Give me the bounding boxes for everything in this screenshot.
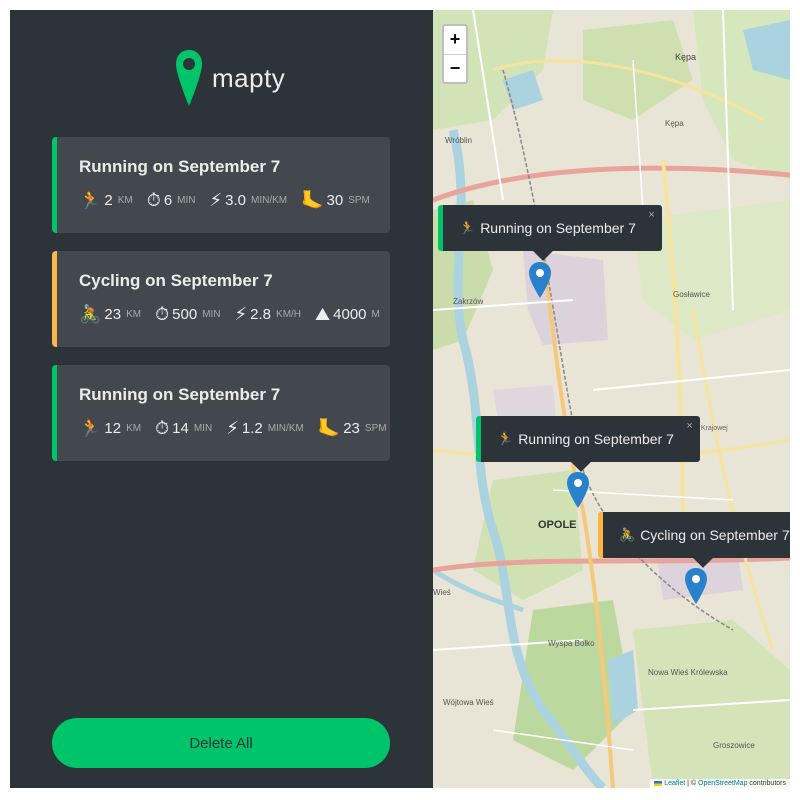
map-label: Wieś	[433, 588, 451, 597]
map-popup-cycling[interactable]: 🚴 Cycling on September 7 ×	[598, 512, 790, 568]
pace-detail: ⚡ 3.0 MIN/KM	[210, 191, 288, 209]
runner-icon: 🏃	[497, 431, 514, 446]
distance-unit: KM	[117, 194, 133, 206]
runner-icon: 🏃	[459, 220, 476, 235]
pace-unit: MIN/KM	[267, 422, 304, 434]
app-container: mapty Running on September 7 🏃 2 KM ⏱ 6 …	[10, 10, 790, 788]
map-label: OPOLE	[538, 519, 577, 531]
map[interactable]: Kępa Kępa Wróblin Zakrzów Gosławice Armi…	[433, 10, 790, 788]
workout-details: 🏃 12 KM ⏱ 14 MIN ⚡ 1.2 MIN/KM 🦶 23 SPM	[79, 419, 390, 437]
map-label: Wróblin	[445, 136, 472, 145]
map-marker-icon[interactable]	[567, 472, 589, 508]
duration-detail: ⏱ 14 MIN	[155, 419, 212, 437]
cyclist-icon: 🚴	[619, 527, 636, 542]
attribution-suffix: contributors	[747, 780, 786, 787]
map-popup-running[interactable]: 🏃 Running on September 7 ×	[476, 416, 700, 472]
zoom-in-button[interactable]: +	[444, 26, 466, 54]
duration-detail: ⏱ 6 MIN	[147, 191, 196, 209]
elevation-value: 4000	[333, 305, 367, 323]
map-marker-icon[interactable]	[685, 568, 707, 604]
pace-value: 1.2	[241, 419, 263, 437]
map-label: Wyspa Bolko	[548, 639, 595, 648]
distance-unit: KM	[126, 422, 142, 434]
osm-link[interactable]: OpenStreetMap	[698, 780, 747, 787]
mountain-icon: ⛰	[315, 304, 331, 324]
cadence-unit: SPM	[364, 422, 387, 434]
distance-detail: 🚴 23 KM	[79, 305, 141, 323]
distance-unit: KM	[126, 308, 142, 320]
duration-value: 500	[172, 305, 198, 323]
map-popup-running[interactable]: 🏃 Running on September 7 ×	[438, 205, 662, 261]
map-label: Groszowice	[713, 741, 755, 750]
zoom-out-button[interactable]: −	[444, 54, 466, 82]
speed-unit: KM/H	[276, 308, 302, 320]
map-label: Gosławice	[673, 290, 710, 299]
runner-icon: 🏃	[79, 190, 102, 210]
pace-unit: MIN/KM	[251, 194, 288, 206]
duration-unit: MIN	[202, 308, 221, 320]
workout-title: Cycling on September 7	[79, 271, 273, 290]
cadence-detail: 🦶 23 SPM	[318, 419, 387, 437]
pace-value: 3.0	[225, 191, 246, 209]
zoom-control: + −	[442, 24, 468, 84]
lightning-icon: ⚡	[226, 418, 239, 438]
map-label: Kępa	[675, 52, 696, 62]
cadence-detail: 🦶 30 SPM	[301, 191, 370, 209]
duration-unit: MIN	[193, 422, 213, 434]
duration-value: 14	[172, 419, 189, 437]
workout-card-running[interactable]: Running on September 7 🏃 12 KM ⏱ 14 MIN …	[52, 365, 390, 461]
sidebar: mapty Running on September 7 🏃 2 KM ⏱ 6 …	[10, 10, 433, 788]
leaflet-link[interactable]: Leaflet	[664, 780, 685, 787]
distance-detail: 🏃 2 KM	[79, 191, 133, 209]
workout-title: Running on September 7	[79, 385, 281, 404]
lightning-icon: ⚡	[209, 190, 223, 210]
workout-details: 🚴 23 KM ⏱ 500 MIN ⚡ 2.8 KM/H ⛰ 4000 M	[79, 305, 390, 323]
runner-icon: 🏃	[79, 418, 102, 438]
close-icon[interactable]: ×	[648, 209, 654, 221]
stopwatch-icon: ⏱	[155, 418, 170, 438]
pace-detail: ⚡ 1.2 MIN/KM	[226, 419, 304, 437]
duration-detail: ⏱ 500 MIN	[155, 305, 220, 323]
popup-text: Cycling on September 7	[640, 527, 790, 543]
elevation-unit: M	[371, 308, 380, 320]
cadence-unit: SPM	[348, 194, 370, 206]
map-label: Zakrzów	[453, 297, 483, 306]
map-attribution: Leaflet | © OpenStreetMap contributors	[650, 779, 790, 788]
attribution-separator: | ©	[685, 780, 699, 787]
map-label: Wójtowa Wieś	[443, 698, 494, 707]
delete-all-button[interactable]: Delete All	[52, 718, 390, 768]
logo: mapty	[176, 50, 285, 106]
duration-value: 6	[163, 191, 173, 209]
cyclist-icon: 🚴	[79, 304, 102, 324]
logo-text: mapty	[212, 62, 286, 93]
workout-title: Running on September 7	[79, 157, 281, 176]
stopwatch-icon: ⏱	[155, 304, 170, 324]
workout-details: 🏃 2 KM ⏱ 6 MIN ⚡ 3.0 MIN/KM 🦶 30 SPM	[79, 191, 390, 209]
close-icon[interactable]: ×	[686, 420, 692, 432]
speed-value: 2.8	[250, 305, 272, 323]
foot-icon: 🦶	[317, 418, 341, 438]
stopwatch-icon: ⏱	[146, 190, 161, 210]
cadence-value: 23	[343, 419, 360, 437]
speed-detail: ⚡ 2.8 KM/H	[235, 305, 302, 323]
workout-card-cycling[interactable]: Cycling on September 7 🚴 23 KM ⏱ 500 MIN…	[52, 251, 390, 347]
map-tiles: Kępa Kępa Wróblin Zakrzów Gosławice Armi…	[433, 10, 790, 788]
distance-value: 12	[104, 419, 122, 437]
distance-detail: 🏃 12 KM	[79, 419, 141, 437]
cadence-value: 30	[326, 191, 344, 209]
popup-text: Running on September 7	[518, 431, 674, 447]
popup-text: Running on September 7	[480, 220, 636, 236]
distance-value: 23	[104, 305, 122, 323]
ukraine-flag-icon	[654, 780, 663, 786]
map-label: Kępa	[665, 119, 684, 128]
map-label: Nowa Wieś Królewska	[648, 668, 728, 677]
distance-value: 2	[104, 191, 113, 209]
map-marker-icon[interactable]	[529, 262, 551, 298]
elevation-detail: ⛰ 4000 M	[315, 305, 380, 323]
lightning-icon: ⚡	[234, 304, 248, 324]
map-pin-logo-icon	[176, 50, 202, 106]
duration-unit: MIN	[177, 194, 196, 206]
workout-card-running[interactable]: Running on September 7 🏃 2 KM ⏱ 6 MIN ⚡ …	[52, 137, 390, 233]
foot-icon: 🦶	[301, 190, 324, 210]
